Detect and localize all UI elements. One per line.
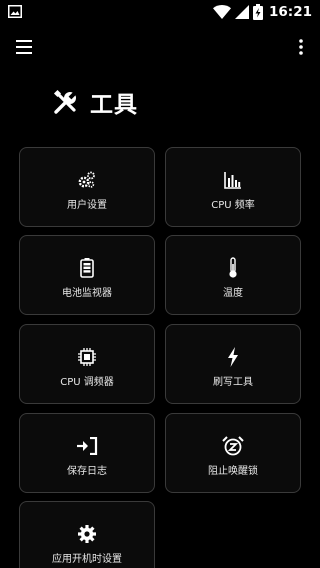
tile-label: CPU 频率 [211, 200, 255, 211]
page-title: 工具 [52, 84, 138, 120]
tile-cpu-governor[interactable]: CPU 调频器 [19, 324, 155, 404]
more-vertical-icon[interactable] [296, 36, 306, 58]
gears-icon [20, 170, 154, 190]
save-log-icon [20, 436, 154, 456]
status-time: 16:21 [269, 4, 312, 20]
tile-label: 电池监视器 [62, 288, 112, 299]
tools-icon [52, 88, 80, 116]
hamburger-menu-icon[interactable] [14, 38, 36, 56]
tile-battery-monitor[interactable]: 电池监视器 [19, 235, 155, 315]
tile-label: 保存日志 [67, 466, 107, 477]
signal-icon [235, 5, 250, 19]
wifi-icon [213, 5, 232, 19]
tile-block-wakelocks[interactable]: 阻止唤醒锁 [165, 413, 301, 493]
settings-gear-icon [20, 524, 154, 544]
bar-chart-icon [166, 170, 300, 190]
chip-icon [20, 347, 154, 367]
tile-label: 刷写工具 [213, 377, 253, 388]
thermometer-icon [166, 257, 300, 278]
tile-apply-on-boot[interactable]: 应用开机时设置 [19, 501, 155, 568]
tile-save-log[interactable]: 保存日志 [19, 413, 155, 493]
gallery-icon [8, 5, 22, 18]
battery-icon [20, 258, 154, 278]
tile-cpu-frequency[interactable]: CPU 频率 [165, 147, 301, 227]
tile-label: 用户设置 [67, 200, 107, 211]
screen: 16:21 工具 用户设置 CPU 频率 电池监视器 温度 CPU 调频器 刷写… [0, 0, 320, 568]
status-bar: 16:21 [0, 0, 320, 24]
tile-label: 阻止唤醒锁 [208, 466, 258, 477]
battery-charging-icon [253, 4, 264, 20]
alarm-block-icon [166, 436, 300, 456]
tile-label: 温度 [223, 288, 243, 299]
lightning-icon [166, 347, 300, 367]
tile-label: 应用开机时设置 [52, 554, 122, 565]
page-title-text: 工具 [90, 92, 138, 118]
tile-flash-tools[interactable]: 刷写工具 [165, 324, 301, 404]
tile-temperature[interactable]: 温度 [165, 235, 301, 315]
status-icons: 16:21 [213, 2, 312, 22]
tile-user-settings[interactable]: 用户设置 [19, 147, 155, 227]
tile-label: CPU 调频器 [60, 377, 114, 388]
